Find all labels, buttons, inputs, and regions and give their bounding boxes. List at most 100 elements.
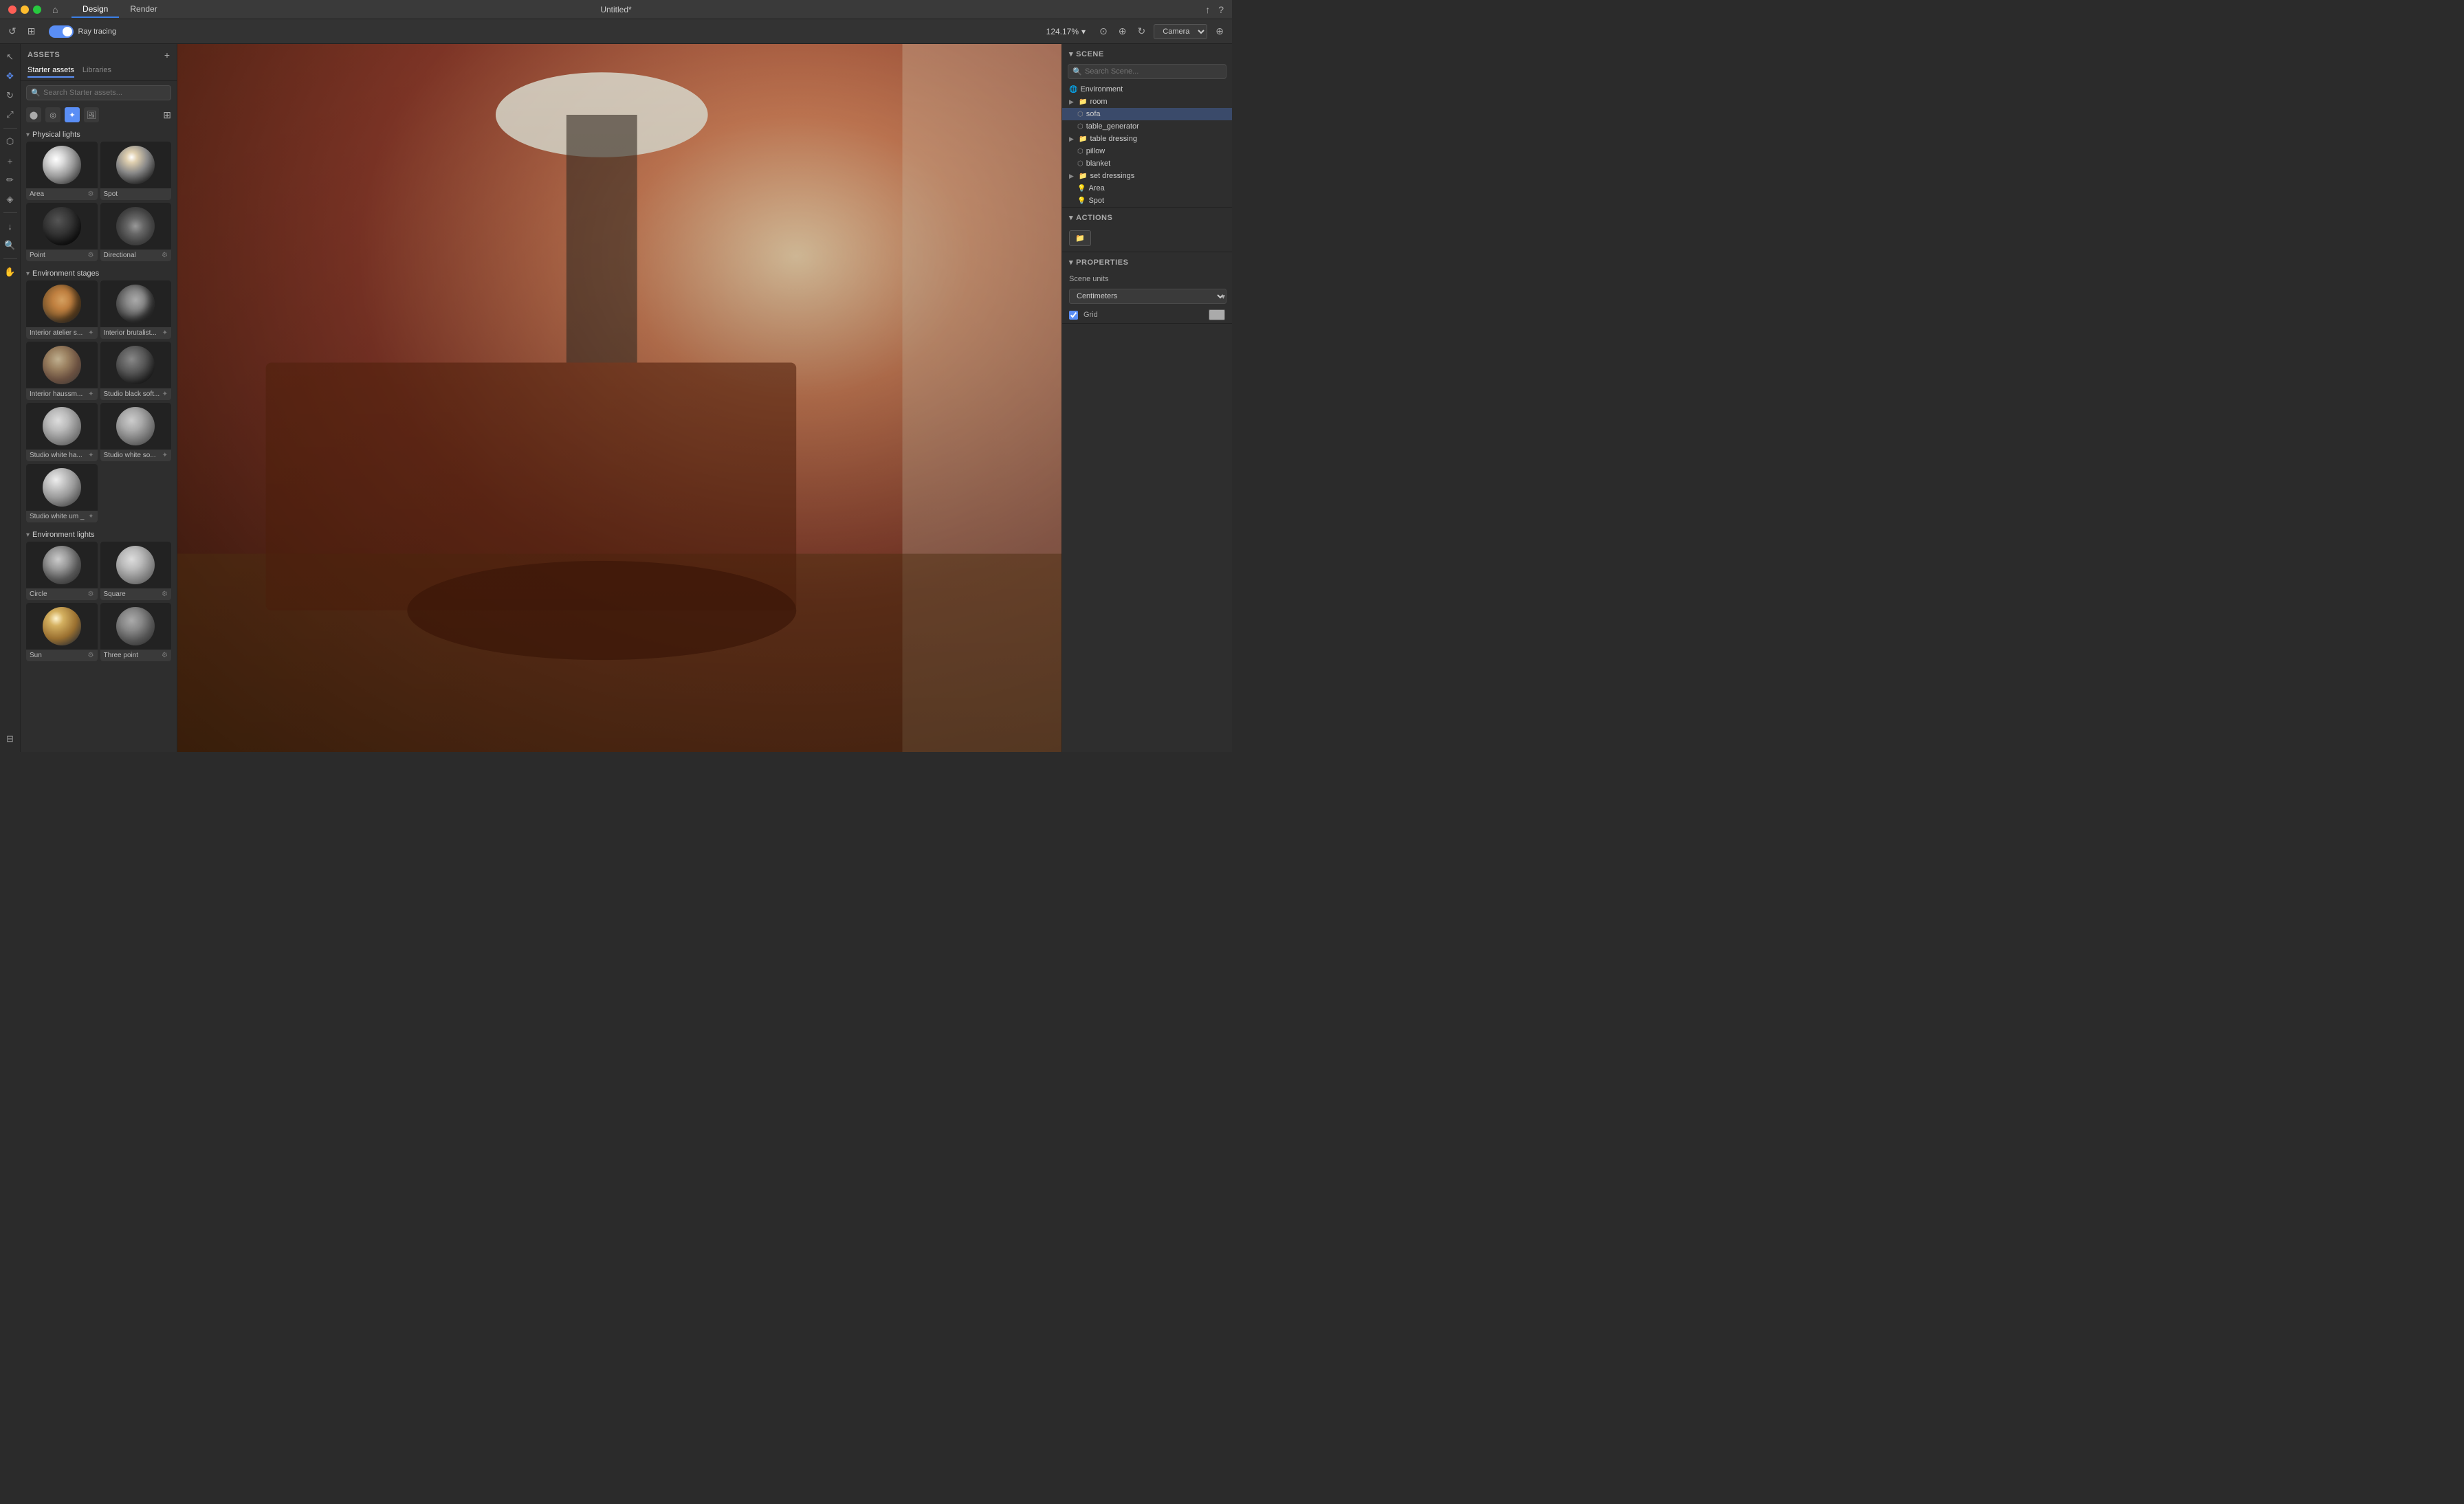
asset-point-light[interactable]: Point ⚙ xyxy=(26,203,98,261)
asset-square-light[interactable]: Square ⚙ xyxy=(100,542,172,600)
tree-item-table-generator[interactable]: ⬡ table_generator xyxy=(1062,120,1232,133)
folder-icon-table-dressing: 📁 xyxy=(1079,135,1087,143)
asset-circle-light[interactable]: Circle ⚙ xyxy=(26,542,98,600)
tree-item-sofa[interactable]: ⬡ sofa xyxy=(1062,108,1232,120)
scale-tool[interactable]: ⤢ xyxy=(3,107,18,122)
tab-design[interactable]: Design xyxy=(72,1,119,18)
new-folder-button[interactable]: 📁 xyxy=(1069,230,1091,246)
tree-item-set-dressings[interactable]: ▶ 📁 set dressings xyxy=(1062,170,1232,182)
scene-section-header[interactable]: ▾ SCENE xyxy=(1062,44,1232,64)
interior-atelier-label: Interior atelier s... xyxy=(30,329,82,337)
home-icon[interactable]: ⌂ xyxy=(52,4,63,15)
square-settings-icon[interactable]: ⚙ xyxy=(162,590,168,598)
toolbar: ↺ ⊞ Ray tracing 124.17% ▾ ⊙ ⊕ ↻ Camera ⊕ xyxy=(0,19,1232,44)
directional-settings-icon[interactable]: ⚙ xyxy=(162,252,168,259)
scene-overlay xyxy=(177,44,1062,752)
add-tool[interactable]: + xyxy=(3,153,18,168)
studio-black-label: Studio black soft... xyxy=(104,390,160,398)
tree-item-table-dressing[interactable]: ▶ 📁 table dressing xyxy=(1062,133,1232,145)
directional-label-row: Directional ⚙ xyxy=(100,250,172,261)
cube-tool[interactable]: ⬡ xyxy=(3,134,18,149)
asset-studio-white-um[interactable]: Studio white um _ ✦ xyxy=(26,464,98,522)
search-tool[interactable]: 🔍 xyxy=(3,238,18,253)
search-input[interactable] xyxy=(26,85,171,100)
asset-sun-light[interactable]: Sun ⚙ xyxy=(26,603,98,661)
help-icon[interactable]: ? xyxy=(1218,4,1224,15)
tab-libraries[interactable]: Libraries xyxy=(82,66,111,78)
assets-scroll[interactable]: ▾ Physical lights Area ⚙ xyxy=(21,125,177,752)
square-label-row: Square ⚙ xyxy=(100,588,172,600)
folder-icon-set-dressings: 📁 xyxy=(1079,173,1087,180)
tree-item-environment[interactable]: 🌐 Environment xyxy=(1062,83,1232,96)
asset-spot-light[interactable]: Spot xyxy=(100,142,172,200)
minimize-button[interactable] xyxy=(21,5,29,14)
material-tool[interactable]: ◈ xyxy=(3,192,18,207)
tree-item-room[interactable]: ▶ 📁 room xyxy=(1062,96,1232,108)
layers-tool[interactable]: ⊟ xyxy=(3,731,18,747)
zoom-control[interactable]: 124.17% ▾ xyxy=(1046,27,1086,36)
spot-label: Spot xyxy=(104,190,118,198)
asset-area-light[interactable]: Area ⚙ xyxy=(26,142,98,200)
maximize-button[interactable] xyxy=(33,5,41,14)
asset-directional-light[interactable]: Directional ⚙ xyxy=(100,203,172,261)
camera-add-button[interactable]: ⊕ xyxy=(1213,23,1226,40)
paint-tool[interactable]: ✏ xyxy=(3,173,18,188)
env1-badge: ✦ xyxy=(88,329,94,337)
light-icon-area: 💡 xyxy=(1077,185,1086,192)
filter-images[interactable]: 🖼 xyxy=(84,107,99,122)
actions-content: 📁 xyxy=(1062,228,1232,252)
asset-threepoint-light[interactable]: Three point ⚙ xyxy=(100,603,172,661)
download-tool[interactable]: ↓ xyxy=(3,219,18,234)
tab-render[interactable]: Render xyxy=(119,1,168,18)
scene-units-select[interactable]: Centimeters Meters Inches xyxy=(1069,289,1226,304)
tree-label-room: room xyxy=(1090,98,1225,106)
undo-button[interactable]: ↺ xyxy=(6,23,19,40)
tree-item-spot[interactable]: 💡 Spot xyxy=(1062,195,1232,207)
redo-button[interactable]: ⊞ xyxy=(25,23,38,40)
filter-lights[interactable]: ◎ xyxy=(45,107,60,122)
view-mode-button-1[interactable]: ⊙ xyxy=(1097,23,1110,40)
select-tool[interactable]: ↖ xyxy=(3,49,18,65)
point-settings-icon[interactable]: ⚙ xyxy=(88,252,94,259)
asset-interior-brutalist[interactable]: Interior brutalist... ✦ xyxy=(100,280,172,339)
section-environment-lights[interactable]: ▾ Environment lights xyxy=(21,525,177,542)
share-icon[interactable]: ↑ xyxy=(1205,4,1210,15)
area-light-thumb xyxy=(26,142,98,188)
filter-env[interactable]: ✦ xyxy=(65,107,80,122)
grid-color[interactable] xyxy=(1209,309,1225,320)
view-mode-button-3[interactable]: ↻ xyxy=(1135,23,1149,40)
circle-settings-icon[interactable]: ⚙ xyxy=(88,590,94,598)
grid-checkbox[interactable] xyxy=(1069,311,1078,320)
rotate-tool[interactable]: ↻ xyxy=(3,88,18,103)
asset-interior-atelier[interactable]: Interior atelier s... ✦ xyxy=(26,280,98,339)
studio-white-so-label-row: Studio white so... ✦ xyxy=(100,450,172,461)
section-physical-lights[interactable]: ▾ Physical lights xyxy=(21,125,177,142)
globe-icon: 🌐 xyxy=(1069,86,1077,93)
actions-section-header[interactable]: ▾ ACTIONS xyxy=(1062,208,1232,228)
asset-studio-white-so[interactable]: Studio white so... ✦ xyxy=(100,403,172,461)
sun-settings-icon[interactable]: ⚙ xyxy=(88,652,94,659)
tree-item-blanket[interactable]: ⬡ blanket xyxy=(1062,157,1232,170)
env1-sphere xyxy=(43,285,81,323)
tab-starter-assets[interactable]: Starter assets xyxy=(28,66,74,78)
viewport[interactable] xyxy=(177,44,1062,752)
scene-search-input[interactable] xyxy=(1068,64,1226,79)
asset-studio-black[interactable]: Studio black soft... ✦ xyxy=(100,342,172,400)
tree-item-area[interactable]: 💡 Area xyxy=(1062,182,1232,195)
camera-select[interactable]: Camera xyxy=(1154,24,1207,39)
move-tool[interactable]: ✥ xyxy=(3,69,18,84)
section-environment-stages[interactable]: ▾ Environment stages xyxy=(21,264,177,280)
threepoint-settings-icon[interactable]: ⚙ xyxy=(162,652,168,659)
tree-item-pillow[interactable]: ⬡ pillow xyxy=(1062,145,1232,157)
filter-all[interactable]: ⬤ xyxy=(26,107,41,122)
grid-view-button[interactable]: ⊞ xyxy=(163,109,171,121)
properties-section-header[interactable]: ▾ PROPERTIES xyxy=(1062,252,1232,272)
hand-tool[interactable]: ✋ xyxy=(3,265,18,280)
view-mode-button-2[interactable]: ⊕ xyxy=(1116,23,1130,40)
area-settings-icon[interactable]: ⚙ xyxy=(88,190,94,198)
close-button[interactable] xyxy=(8,5,16,14)
add-asset-button[interactable]: + xyxy=(164,49,170,60)
asset-studio-white-ha[interactable]: Studio white ha... ✦ xyxy=(26,403,98,461)
ray-tracing-toggle[interactable] xyxy=(49,25,74,38)
asset-interior-haussm[interactable]: Interior haussm... ✦ xyxy=(26,342,98,400)
